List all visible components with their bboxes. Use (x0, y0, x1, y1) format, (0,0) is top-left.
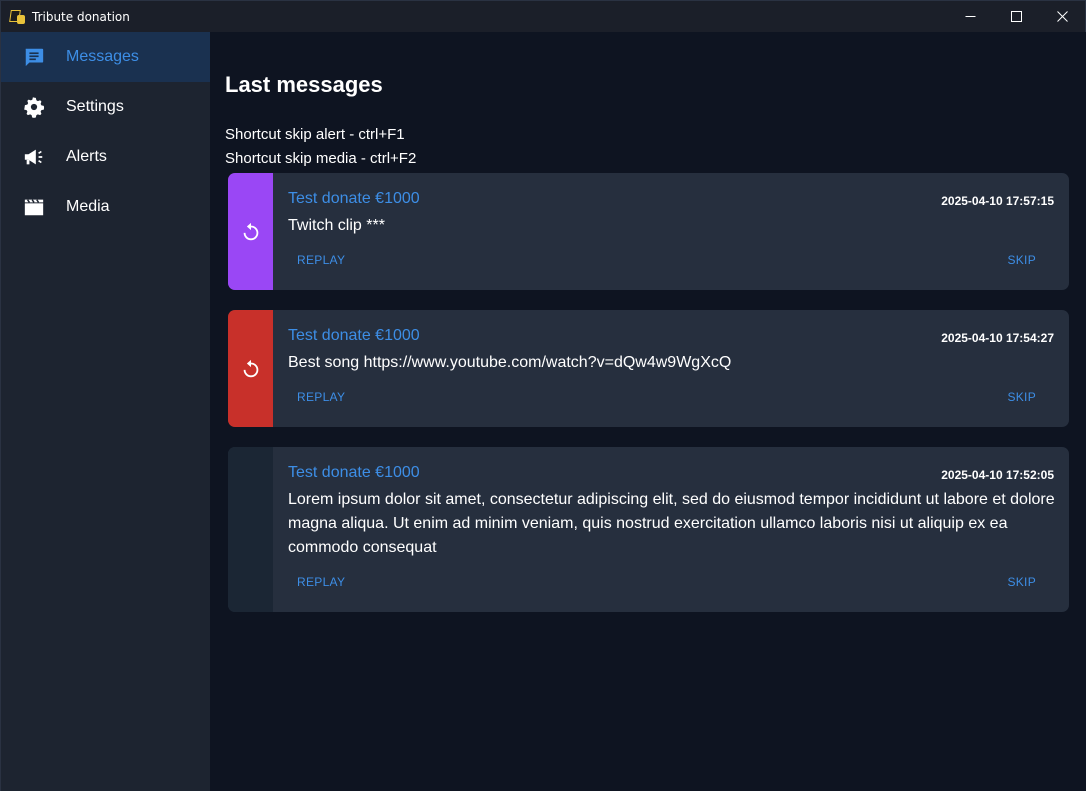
sidebar-item-label: Alerts (66, 148, 107, 165)
replay-button[interactable]: REPLAY (297, 253, 345, 267)
close-icon (1056, 11, 1068, 22)
skip-button[interactable]: SKIP (1007, 390, 1036, 404)
message-time: 2025-04-10 17:54:27 (941, 331, 1054, 345)
sidebar-item-label: Messages (66, 48, 139, 65)
replay-button[interactable]: REPLAY (297, 390, 345, 404)
sidebar-item-messages[interactable]: Messages (1, 32, 210, 82)
skip-button[interactable]: SKIP (1007, 253, 1036, 267)
shortcut-skip-media: Shortcut skip media - ctrl+F2 (225, 150, 417, 167)
replay-icon (243, 222, 258, 240)
sidebar-item-alerts[interactable]: Alerts (1, 132, 210, 182)
message-card: Test donate €1000 2025-04-10 17:57:15 Tw… (228, 173, 1069, 290)
message-title: Test donate €1000 (288, 327, 420, 344)
message-icon (22, 45, 46, 69)
page-title: Last messages (225, 72, 383, 97)
sidebar-item-label: Settings (66, 98, 124, 115)
message-body: Best song https://www.youtube.com/watch?… (288, 354, 732, 371)
skip-button[interactable]: SKIP (1007, 575, 1036, 589)
gear-icon (22, 95, 46, 119)
message-time: 2025-04-10 17:57:15 (941, 194, 1054, 208)
window-controls (947, 1, 1085, 32)
minimize-button[interactable] (947, 1, 993, 32)
message-stripe[interactable] (228, 310, 273, 427)
app-window: Tribute donation Messages Settings Alert… (0, 0, 1086, 791)
message-stripe (228, 447, 273, 612)
maximize-button[interactable] (993, 1, 1039, 32)
main-content: Last messages Shortcut skip alert - ctrl… (210, 32, 1086, 791)
maximize-icon (1010, 11, 1022, 22)
message-body: Twitch clip *** (288, 217, 385, 234)
replay-icon (243, 359, 258, 377)
sidebar-item-label: Media (66, 198, 110, 215)
message-stripe[interactable] (228, 173, 273, 290)
window-title: Tribute donation (32, 9, 130, 24)
sidebar: Messages Settings Alerts Media (1, 32, 210, 791)
close-button[interactable] (1039, 1, 1085, 32)
sidebar-item-settings[interactable]: Settings (1, 82, 210, 132)
message-card: Test donate €1000 2025-04-10 17:52:05 Lo… (228, 447, 1069, 612)
message-time: 2025-04-10 17:52:05 (941, 468, 1054, 482)
megaphone-icon (22, 145, 46, 169)
message-title: Test donate €1000 (288, 190, 420, 207)
app-logo-icon (9, 9, 26, 25)
minimize-icon (965, 16, 975, 17)
message-card: Test donate €1000 2025-04-10 17:54:27 Be… (228, 310, 1069, 427)
clapperboard-icon (22, 195, 46, 219)
sidebar-item-media[interactable]: Media (1, 182, 210, 232)
message-body: Lorem ipsum dolor sit amet, consectetur … (288, 491, 1055, 556)
title-bar[interactable]: Tribute donation (1, 1, 1085, 32)
shortcut-skip-alert: Shortcut skip alert - ctrl+F1 (225, 126, 405, 143)
replay-button[interactable]: REPLAY (297, 575, 345, 589)
message-title: Test donate €1000 (288, 464, 420, 481)
